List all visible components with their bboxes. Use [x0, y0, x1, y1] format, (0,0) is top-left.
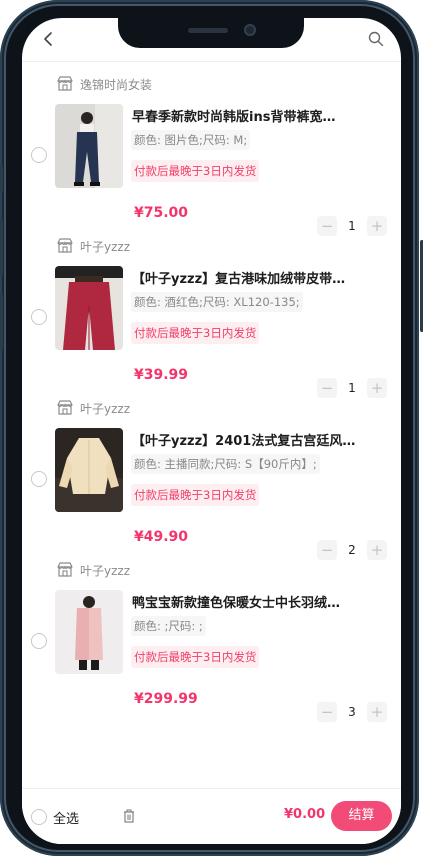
volume-down-button [0, 293, 3, 351]
notch [118, 18, 304, 48]
product-image[interactable] [55, 590, 123, 674]
product-image[interactable] [55, 428, 123, 512]
item-select-radio[interactable] [31, 309, 47, 325]
shop-name[interactable]: 叶子yzzz [80, 562, 130, 579]
product-image[interactable] [55, 104, 123, 188]
volume-up-button [0, 218, 3, 276]
select-all-radio[interactable] [31, 809, 47, 825]
search-icon[interactable] [367, 30, 385, 48]
product-price: ¥39.99 [134, 367, 189, 383]
shop-row[interactable]: 逸锦时尚女装 [56, 74, 152, 94]
item-select-radio[interactable] [31, 147, 47, 163]
product-price: ¥49.90 [134, 529, 189, 545]
product-spec[interactable]: 颜色: ;尺码: ; [131, 616, 206, 636]
store-icon [57, 238, 73, 253]
shop-row[interactable]: 叶子yzzz [56, 236, 130, 256]
shipping-tag: 付款后最晚于3日内发货 [131, 160, 260, 182]
chevron-left-icon[interactable] [40, 30, 58, 48]
cart-item: 逸锦时尚女装 早春季新款时尚韩版ins背带裤宽… 颜色: 图片色;尺码: M; … [22, 62, 401, 236]
total-price: ¥0.00 [284, 807, 326, 822]
product-price: ¥75.00 [134, 205, 189, 221]
cart-item: 叶子yzzz 【叶子yzzz】2401法式复古宫廷风… 颜色: 主播同款;尺码:… [22, 386, 401, 560]
product-image[interactable] [55, 266, 123, 350]
product-spec[interactable]: 颜色: 主播同款;尺码: S【90斤内】; [131, 454, 320, 474]
shop-row[interactable]: 叶子yzzz [56, 398, 130, 418]
product-title[interactable]: 早春季新款时尚韩版ins背带裤宽… [132, 106, 368, 125]
item-select-radio[interactable] [31, 633, 47, 649]
product-title[interactable]: 【叶子yzzz】复古港味加绒带皮带… [132, 268, 368, 287]
speaker [188, 28, 228, 33]
product-title[interactable]: 鸭宝宝新款撞色保暖女士中长羽绒… [132, 592, 368, 611]
product-spec[interactable]: 颜色: 图片色;尺码: M; [131, 130, 251, 150]
increase-button[interactable]: + [367, 702, 387, 722]
shop-name[interactable]: 叶子yzzz [80, 400, 130, 417]
cart-item: 叶子yzzz 鸭宝宝新款撞色保暖女士中长羽绒… 颜色: ;尺码: ; 付款后最晚… [22, 548, 401, 722]
trash-icon[interactable] [122, 809, 136, 823]
checkout-bar: 全选 ¥0.00 结算 [22, 788, 401, 844]
select-all-label[interactable]: 全选 [53, 808, 79, 827]
camera [244, 24, 256, 36]
store-icon [57, 400, 73, 415]
cart-item: 叶子yzzz 【叶子yzzz】复古港味加绒带皮带… 颜色: 酒红色;尺码: XL… [22, 224, 401, 398]
checkout-button[interactable]: 结算 [331, 801, 392, 831]
shipping-tag: 付款后最晚于3日内发货 [131, 646, 260, 668]
decrease-button[interactable]: − [317, 702, 337, 722]
shop-name[interactable]: 逸锦时尚女装 [80, 76, 152, 93]
shipping-tag: 付款后最晚于3日内发货 [131, 322, 260, 344]
mute-switch [0, 165, 3, 193]
item-select-radio[interactable] [31, 471, 47, 487]
shipping-tag: 付款后最晚于3日内发货 [131, 484, 260, 506]
app-screen: 逸锦时尚女装 早春季新款时尚韩版ins背带裤宽… 颜色: 图片色;尺码: M; … [22, 18, 401, 844]
shop-name[interactable]: 叶子yzzz [80, 238, 130, 255]
store-icon [57, 76, 73, 91]
product-spec[interactable]: 颜色: 酒红色;尺码: XL120-135; [131, 292, 303, 312]
product-price: ¥299.99 [134, 691, 198, 707]
quantity-stepper: − 3 + [317, 702, 387, 722]
shop-row[interactable]: 叶子yzzz [56, 560, 130, 580]
quantity-value[interactable]: 3 [337, 705, 367, 719]
store-icon [57, 562, 73, 577]
product-title[interactable]: 【叶子yzzz】2401法式复古宫廷风… [132, 430, 368, 449]
